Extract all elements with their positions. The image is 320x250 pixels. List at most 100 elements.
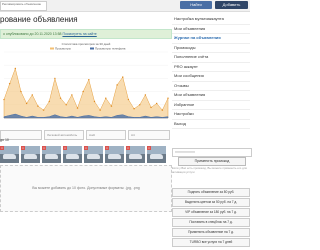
data-point	[144, 94, 147, 96]
data-point	[65, 104, 67, 106]
chart-title: Статистика просмотров за 30 дней	[62, 42, 111, 46]
top-bar: Рекламировать объявление Найти Добавить	[0, 0, 250, 12]
data-point	[93, 100, 96, 103]
data-point	[3, 98, 5, 101]
photo-thumb[interactable]: ×	[84, 146, 103, 163]
data-point	[110, 105, 113, 107]
car-image	[87, 154, 100, 159]
sidebar-item[interactable]: Мои объявления	[172, 25, 250, 34]
data-point	[31, 94, 33, 96]
sidebar-item[interactable]: Журнал на объявления	[172, 34, 250, 44]
data-point	[139, 104, 141, 106]
car-image	[108, 154, 121, 159]
legend-swatch	[50, 47, 54, 50]
legend-label: Просмотры	[55, 47, 71, 51]
sidebar-item[interactable]: PRO аккаунт	[172, 63, 250, 72]
data-point	[59, 97, 62, 99]
data-point	[161, 109, 164, 111]
model-select[interactable]: A4	[128, 130, 170, 140]
data-point	[127, 98, 130, 101]
remove-photo-icon[interactable]: ×	[21, 146, 25, 150]
car-image	[3, 154, 16, 159]
data-point	[37, 105, 39, 107]
photo-thumb[interactable]: ×	[147, 146, 166, 163]
category-select[interactable]: Легковой автомобиль	[44, 130, 84, 140]
service-button[interactable]: VIP объявление за 180 руб. на 7 д.	[172, 208, 250, 217]
notice-text: о опубликовано до 20.11.2020 13:58	[3, 32, 62, 36]
data-point	[150, 106, 152, 109]
series-area-0	[3, 67, 169, 119]
data-point	[14, 67, 17, 70]
data-point	[133, 108, 135, 110]
data-point	[54, 77, 56, 80]
sidebar-menu: Настройка мультиаккаунта Мои объявления Жу…	[172, 15, 250, 129]
sidebar-item[interactable]: Промокоды	[172, 44, 250, 53]
data-point	[155, 102, 158, 105]
service-button[interactable]: TURBO все услуги на 7 дней	[172, 238, 250, 247]
data-point	[42, 109, 45, 111]
data-point	[105, 97, 107, 99]
views-chart: Статистика просмотров за 30 дней Просмотр…	[0, 40, 170, 122]
service-button[interactable]: Применить объявление на 7 д.	[172, 228, 250, 237]
photo-thumb[interactable]: ×	[63, 146, 82, 163]
status-notice: о опубликовано до 20.11.2020 13:58 Посмо…	[0, 29, 172, 39]
data-point	[99, 109, 101, 111]
data-point	[8, 82, 11, 85]
sidebar-item[interactable]: Мои сообщения	[172, 72, 250, 82]
apply-promo-button[interactable]: Применить промокод	[178, 157, 246, 166]
remove-photo-icon[interactable]: ×	[126, 146, 130, 150]
data-point	[25, 102, 28, 105]
sidebar-item[interactable]: Избранное	[172, 101, 250, 110]
photo-thumb[interactable]: ×	[42, 146, 61, 163]
photo-thumbnails: × × × × × × × ×	[0, 146, 170, 163]
add-button[interactable]: Добавить	[215, 1, 248, 9]
sidebar-item[interactable]: Отзывы	[172, 82, 250, 91]
data-point	[122, 76, 124, 78]
filters-row: Легковой автомобиль Audi A4	[0, 130, 170, 140]
data-point	[82, 90, 84, 93]
photo-upload-zone[interactable]: Вы можете добавить до 10 фото. Допустимы…	[0, 165, 172, 212]
promo-note: Если у Вас есть промокод, Вы можете прим…	[172, 166, 247, 174]
sidebar-item[interactable]: Настройки	[172, 110, 250, 120]
data-point	[88, 79, 90, 81]
data-point	[20, 90, 22, 93]
photo-thumb[interactable]: ×	[0, 146, 19, 163]
photo-thumb[interactable]: ×	[21, 146, 40, 163]
remove-photo-icon[interactable]: ×	[84, 146, 88, 150]
photo-thumb[interactable]: ×	[105, 146, 124, 163]
promo-code-input[interactable]: XXXXXXXXXX	[172, 148, 252, 157]
remove-photo-icon[interactable]: ×	[42, 146, 46, 150]
car-image	[24, 154, 37, 159]
legend-swatch	[90, 47, 94, 50]
photo-thumb[interactable]: ×	[126, 146, 145, 163]
view-on-site-link[interactable]: Посмотреть на сайте	[62, 32, 96, 36]
car-image	[45, 154, 58, 159]
sidebar-item[interactable]: Настройка мультиаккаунта	[172, 15, 250, 25]
data-point	[116, 84, 118, 86]
car-image	[66, 154, 79, 159]
car-image	[129, 154, 142, 159]
remove-photo-icon[interactable]: ×	[147, 146, 151, 150]
service-button[interactable]: Поставить в спецблок на 7 д.	[172, 218, 250, 227]
remove-photo-icon[interactable]: ×	[63, 146, 67, 150]
remove-photo-icon[interactable]: ×	[105, 146, 109, 150]
find-button[interactable]: Найти	[180, 1, 212, 9]
sidebar-item[interactable]: Выход	[172, 120, 250, 129]
data-point	[71, 94, 73, 96]
photos-title: до 10	[0, 138, 9, 142]
service-button[interactable]: Выделить цветом за 50 руб. на 7 д.	[172, 198, 250, 207]
brand-select[interactable]: Audi	[86, 130, 126, 140]
data-point	[167, 97, 169, 99]
data-point	[48, 100, 50, 103]
page-title: рование объявления	[0, 15, 78, 24]
service-button[interactable]: Поднять объявление за 80 руб.	[172, 188, 250, 197]
data-point	[76, 107, 79, 109]
upload-hint: Вы можете добавить до 10 фото. Допустимы…	[32, 186, 140, 190]
sidebar-item[interactable]: Мои объявления	[172, 91, 250, 101]
car-image	[150, 154, 163, 159]
chart-svg: Статистика просмотров за 30 днейПросмотр…	[3, 42, 169, 119]
search-input[interactable]: Рекламировать объявление	[0, 1, 47, 11]
legend-label: Просмотры телефона	[95, 47, 126, 51]
sidebar-item[interactable]: Пополнение счёта	[172, 53, 250, 63]
remove-photo-icon[interactable]: ×	[0, 146, 4, 150]
